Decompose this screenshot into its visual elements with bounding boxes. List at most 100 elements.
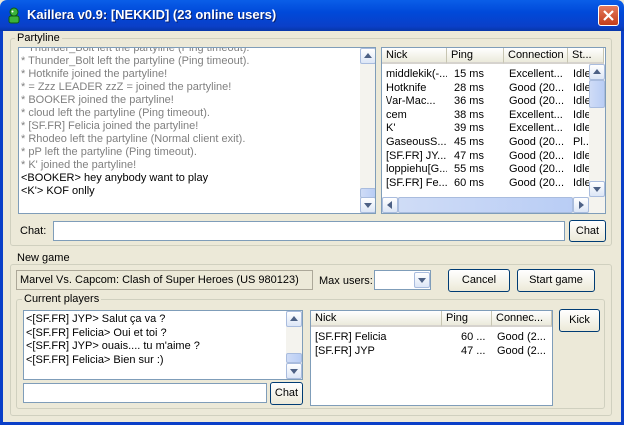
players-list[interactable]: Nick Ping Connec... [SF.FR] Felicia 60 ..… xyxy=(310,310,553,406)
partyline-message: * Rhodeo left the partyline (Normal clie… xyxy=(21,133,246,145)
user-cell: K' xyxy=(386,122,396,135)
players-col-connection[interactable]: Connec... xyxy=(492,311,552,327)
user-cell: [SF.FR] Fe... xyxy=(386,176,447,189)
users-hscrollbar[interactable] xyxy=(382,197,605,213)
user-cell: Idle xyxy=(573,95,589,108)
users-col-connection[interactable]: Connection xyxy=(504,48,568,64)
user-cell: Idle xyxy=(573,163,589,176)
kaillera-app-icon xyxy=(5,7,23,25)
user-cell: 39 ms xyxy=(454,122,484,135)
users-scroll-left-button[interactable] xyxy=(382,197,398,213)
partyline-log-scrollbar[interactable] xyxy=(360,48,375,213)
chevron-down-icon xyxy=(418,278,426,283)
partyline-message: * = Zzz LEADER zzZ = joined the partylin… xyxy=(21,81,232,93)
partyline-message: <K'> KOF onlly xyxy=(21,185,95,197)
users-col-status[interactable]: St... xyxy=(568,48,604,64)
chevron-right-icon xyxy=(579,201,584,209)
partyline-message: * cloud left the partyline (Ping timeout… xyxy=(21,107,210,119)
game-chat-button[interactable]: Chat xyxy=(270,382,303,405)
user-cell: loppiehu[G... xyxy=(386,163,447,176)
chevron-left-icon xyxy=(387,201,392,209)
user-cell: Idle xyxy=(573,122,589,135)
cancel-button[interactable]: Cancel xyxy=(448,269,510,292)
users-scroll-right-button[interactable] xyxy=(573,197,589,213)
partyline-message: * Thunder_Bolt left the partyline (Ping … xyxy=(21,47,250,54)
user-cell: Good (20... xyxy=(509,176,565,189)
player-row[interactable]: [SF.FR] JYP 47 ... Good (2... xyxy=(311,345,552,358)
close-icon xyxy=(603,10,614,21)
users-col-ping[interactable]: Ping xyxy=(447,48,504,64)
user-cell: 47 ms xyxy=(454,149,484,162)
user-row[interactable]: \/ar-Mac... 36 ms Good (20... Idle xyxy=(382,95,589,108)
users-list[interactable]: Nick Ping Connection St... middlekik(-..… xyxy=(381,47,606,214)
kick-button[interactable]: Kick xyxy=(559,309,600,332)
player-cell: 47 ... xyxy=(461,345,486,357)
user-cell: Excellent... xyxy=(509,122,563,135)
current-players-label: Current players xyxy=(22,293,102,305)
user-cell: 55 ms xyxy=(454,163,484,176)
game-chat-scrollbar[interactable] xyxy=(286,311,302,379)
chevron-down-icon xyxy=(290,369,298,374)
game-chat-log[interactable]: <[SF.FR] JYP> Salut ça va ? <[SF.FR] Feli… xyxy=(23,310,303,380)
player-cell: Good (2... xyxy=(497,331,546,343)
user-row[interactable]: GaseousS... 45 ms Good (20... Pl... xyxy=(382,136,589,149)
partyline-log[interactable]: * Thunder_Bolt left the partyline (Ping … xyxy=(18,47,376,214)
max-users-label: Max users: xyxy=(319,275,373,287)
users-hscroll-thumb[interactable] xyxy=(398,197,573,213)
player-cell: Good (2... xyxy=(497,345,546,357)
user-row[interactable]: K' 39 ms Excellent... Idle xyxy=(382,122,589,135)
partyline-chat-input[interactable] xyxy=(53,221,565,241)
partyline-message: * K' joined the partyline! xyxy=(21,159,137,171)
partyline-message: * Thunder_Bolt left the partyline (Ping … xyxy=(21,55,250,67)
game-chat-message: <[SF.FR] JYP> ouais.... tu m'aime ? xyxy=(26,340,200,353)
game-scroll-up-button[interactable] xyxy=(286,311,302,327)
max-users-dropdown-button[interactable] xyxy=(414,272,430,288)
users-scroll-up-button[interactable] xyxy=(589,64,605,80)
user-cell: Idle xyxy=(573,108,589,121)
user-cell: Good (20... xyxy=(509,136,565,148)
user-row[interactable]: loppiehu[G... 55 ms Good (20... Idle xyxy=(382,163,589,176)
max-users-select[interactable] xyxy=(374,270,431,290)
player-row[interactable]: [SF.FR] Felicia 60 ... Good (2... xyxy=(311,331,552,344)
user-cell: Good (20... xyxy=(509,95,565,108)
game-chat-input[interactable] xyxy=(23,383,267,403)
users-scroll-thumb[interactable] xyxy=(589,80,605,108)
partyline-message: * Hotknife joined the partyline! xyxy=(21,68,168,80)
users-vscrollbar[interactable] xyxy=(589,64,605,197)
chevron-down-icon xyxy=(364,203,372,208)
user-cell: cem xyxy=(386,108,407,121)
player-cell: 60 ... xyxy=(461,331,486,343)
user-row[interactable]: [SF.FR] Fe... 60 ms Good (20... Idle xyxy=(382,177,589,190)
game-scroll-thumb[interactable] xyxy=(286,353,302,363)
user-cell: Idle xyxy=(573,68,589,80)
start-game-button[interactable]: Start game xyxy=(517,269,595,292)
users-col-nick[interactable]: Nick xyxy=(382,48,447,64)
player-cell: [SF.FR] Felicia xyxy=(315,331,387,343)
partyline-chat-button[interactable]: Chat xyxy=(569,220,606,242)
partyline-message: * [SF.FR] Felicia joined the partyline! xyxy=(21,120,199,132)
chevron-down-icon xyxy=(593,187,601,192)
user-row[interactable]: [SF.FR] JY... 47 ms Good (20... Idle xyxy=(382,150,589,163)
players-col-ping[interactable]: Ping xyxy=(442,311,492,327)
game-chat-message: <[SF.FR] JYP> Salut ça va ? xyxy=(26,313,166,325)
user-cell: 36 ms xyxy=(454,95,484,108)
scroll-up-button[interactable] xyxy=(360,48,375,64)
user-cell: 38 ms xyxy=(454,108,484,121)
scroll-down-button[interactable] xyxy=(360,197,375,213)
user-cell: Idle xyxy=(573,149,589,162)
user-row[interactable]: Hotknife 28 ms Good (20... Idle xyxy=(382,82,589,95)
user-row[interactable]: cem 38 ms Excellent... Idle xyxy=(382,109,589,122)
user-cell: 45 ms xyxy=(454,136,484,148)
user-cell: Good (20... xyxy=(509,149,565,162)
game-scroll-down-button[interactable] xyxy=(286,363,302,379)
user-row[interactable]: middlekik(-... 15 ms Excellent... Idle xyxy=(382,68,589,81)
close-button[interactable] xyxy=(598,5,619,26)
players-col-nick[interactable]: Nick xyxy=(311,311,442,327)
game-chat-message: <[SF.FR] Felicia> Bien sur :) xyxy=(26,353,164,366)
user-cell: Good (20... xyxy=(509,163,565,176)
user-cell: Hotknife xyxy=(386,81,427,94)
user-cell: Pl... xyxy=(573,136,589,148)
user-cell: Excellent... xyxy=(509,108,563,121)
users-scroll-down-button[interactable] xyxy=(589,181,605,197)
game-chat-message: <[SF.FR] Felicia> Oui et toi ? xyxy=(26,326,167,339)
